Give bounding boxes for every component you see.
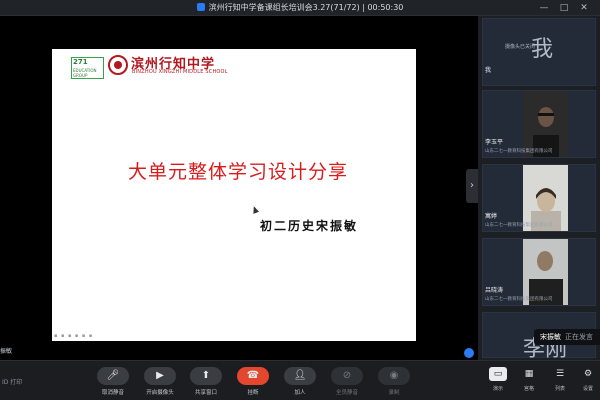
presenter-tag: 振敏 [0, 348, 13, 355]
mouse-cursor-icon [250, 205, 260, 214]
record-button[interactable]: ◉ 录制 [377, 367, 411, 399]
speaker-status: 正在发言 [565, 333, 593, 341]
presentation-slide: 271 EDUCATION GROUP 滨州行知中学 BINZHOU XINGZ… [52, 49, 416, 341]
network-status-icon[interactable] [464, 348, 474, 358]
slide-footer-dots: ▪ ▪ ▪ ▪ ▪ ▪ [54, 333, 94, 339]
unmute-button[interactable]: 🎤︎ 取消静音 [96, 367, 130, 399]
add-user-icon: 👤︎ [284, 367, 316, 385]
mic-icon: 🎤︎ [97, 367, 129, 385]
minimize-button[interactable]: — [538, 2, 550, 14]
participant-name: 我 [485, 67, 492, 74]
grid-view-button[interactable]: ▦ 宫格 [517, 367, 541, 399]
meeting-toolbar: ID 打印 🎤︎ 取消静音 ▶ 开启摄像头 ⬆ 共享窗口 ☎ 挂断 👤︎ 加人 … [0, 360, 600, 400]
participant-tile[interactable]: 寓婷 山东二七一教育科技集团有限公司 [482, 164, 596, 232]
participant-tile-self[interactable]: 我 摄像头已关闭 我 [482, 18, 596, 86]
collapse-panel-chevron-icon[interactable]: › [466, 169, 478, 203]
participant-tile[interactable]: 吕晓涛 山东二七一教育科技集团有限公司 [482, 238, 596, 306]
participant-name: 寓婷 [485, 213, 498, 220]
add-participant-button[interactable]: 👤︎ 加人 [283, 367, 317, 399]
list-view-button[interactable]: ☰ 列表 [548, 367, 572, 399]
participant-org: 山东二七一教育科技集团有限公司 [485, 223, 553, 228]
gear-icon: ⚙ [583, 369, 593, 379]
meeting-id-label: ID 打印 [2, 379, 23, 386]
settings-button[interactable]: ⚙ 设置 [576, 367, 600, 399]
active-speaker-toast: 宋振敏 正在发言 [534, 329, 600, 345]
camera-icon: ▶ [144, 367, 176, 385]
slide-title: 大单元整体学习设计分享 [127, 161, 348, 183]
hangup-icon: ☎ [237, 367, 269, 385]
maximize-button[interactable]: □ [558, 2, 570, 14]
start-camera-button[interactable]: ▶ 开启摄像头 [143, 367, 177, 399]
window-title: 滨州行知中学备课组长培训会3.27(71/72) | 00:50:30 [0, 1, 600, 15]
close-button[interactable]: ✕ [578, 2, 590, 14]
speaker-name: 宋振敏 [540, 333, 561, 341]
education-group-logo: 271 EDUCATION GROUP [71, 57, 104, 79]
title-bar: 滨州行知中学备课组长培训会3.27(71/72) | 00:50:30 — □ … [0, 0, 600, 16]
mute-all-button[interactable]: ⊘ 全员静音 [330, 367, 364, 399]
shared-screen-stage: 271 EDUCATION GROUP 滨州行知中学 BINZHOU XINGZ… [0, 16, 478, 360]
mute-all-icon: ⊘ [331, 367, 363, 385]
slide-author: 初二历史宋振敏 [259, 219, 358, 233]
meeting-shield-icon [196, 3, 205, 11]
share-icon: ⬆ [190, 367, 222, 385]
presentation-view-button[interactable]: ▭ 演示 [486, 367, 510, 399]
present-icon: ▭ [489, 367, 507, 381]
participant-org: 山东二七一教育科技集团有限公司 [485, 297, 553, 302]
participant-tile[interactable]: 李玉平 山东二七一教育科技集团有限公司 [482, 90, 596, 158]
participant-org: 山东二七一教育科技集团有限公司 [485, 149, 553, 154]
camera-off-label: 摄像头已关闭 [505, 44, 536, 50]
hangup-button[interactable]: ☎ 挂断 [236, 367, 270, 399]
record-icon: ◉ [378, 367, 410, 385]
participant-video-panel: 我 摄像头已关闭 我 李玉平 山东二七一教育科技集团有限公司 寓婷 山东二七一教… [478, 16, 600, 362]
list-icon: ☰ [555, 369, 565, 379]
participant-name: 吕晓涛 [485, 287, 504, 294]
grid-icon: ▦ [524, 369, 534, 379]
school-name-en: BINZHOU XINGZHI MIDDLE SCHOOL [132, 69, 228, 75]
participant-name: 李玉平 [485, 139, 504, 146]
school-emblem-icon [108, 55, 128, 75]
share-window-button[interactable]: ⬆ 共享窗口 [189, 367, 223, 399]
